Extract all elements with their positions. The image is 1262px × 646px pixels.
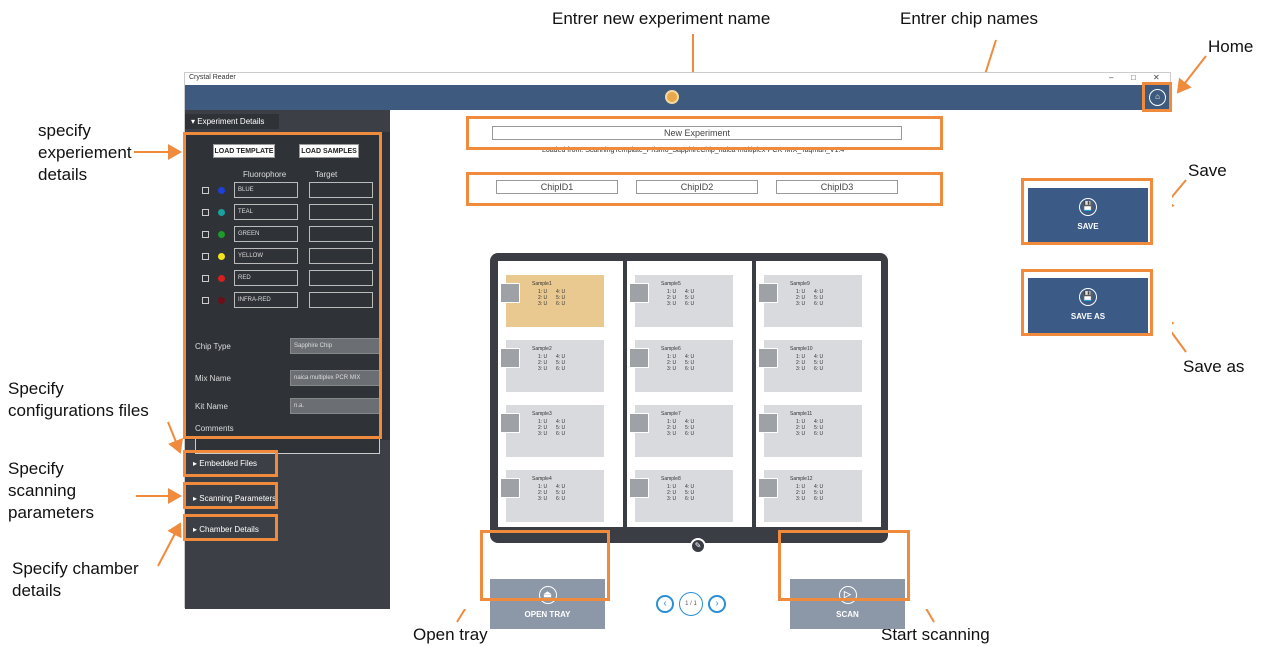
sample-name: Sample12 (790, 476, 813, 482)
sample-well-icon (629, 283, 649, 303)
page-indicator: 1 / 1 (679, 592, 703, 616)
logo-icon (665, 90, 679, 104)
highlight-save (1021, 178, 1153, 245)
sample-name: Sample4 (532, 476, 552, 482)
highlight-experiment-details (183, 132, 382, 439)
highlight-home (1142, 82, 1172, 112)
sample-name: Sample11 (790, 411, 813, 417)
sample-name: Sample2 (532, 346, 552, 352)
title-bar: Crystal Reader – □ ✕ (185, 73, 1170, 85)
prev-page-icon[interactable]: ‹ (656, 595, 674, 613)
sample-well-icon (758, 283, 778, 303)
sample-values-left: 1: U 2: U 3: U (538, 289, 548, 307)
sample-well-icon (629, 348, 649, 368)
sample-card[interactable]: Sample7 1: U 2: U 3: U 4: U 5: U 6: U (629, 405, 733, 457)
sample-card[interactable]: Sample11 1: U 2: U 3: U 4: U 5: U 6: U (758, 405, 862, 457)
sample-name: Sample6 (661, 346, 681, 352)
sample-well-icon (758, 478, 778, 498)
sample-well-icon (758, 348, 778, 368)
sample-values-left: 1: U 2: U 3: U (667, 354, 677, 372)
sample-values-right: 4: U 5: U 6: U (814, 484, 824, 502)
sample-values-left: 1: U 2: U 3: U (667, 289, 677, 307)
sample-well-icon (500, 413, 520, 433)
edit-icon[interactable]: ✎ (690, 538, 706, 554)
sample-values-right: 4: U 5: U 6: U (685, 354, 695, 372)
sample-values-right: 4: U 5: U 6: U (556, 289, 566, 307)
sample-well-icon (629, 413, 649, 433)
sample-name: Sample9 (790, 281, 810, 287)
sample-values-right: 4: U 5: U 6: U (556, 354, 566, 372)
sample-values-right: 4: U 5: U 6: U (814, 289, 824, 307)
sample-values-right: 4: U 5: U 6: U (685, 419, 695, 437)
highlight-experiment-name (466, 116, 943, 150)
sample-card[interactable]: Sample12 1: U 2: U 3: U 4: U 5: U 6: U (758, 470, 862, 522)
highlight-save-as (1021, 269, 1153, 336)
sample-name: Sample7 (661, 411, 681, 417)
sample-values-left: 1: U 2: U 3: U (796, 354, 806, 372)
sample-well-icon (500, 478, 520, 498)
highlight-open-tray (480, 530, 610, 601)
sample-card[interactable]: Sample5 1: U 2: U 3: U 4: U 5: U 6: U (629, 275, 733, 327)
chip-3: Sample9 1: U 2: U 3: U 4: U 5: U 6: U Sampl… (756, 261, 881, 527)
close-icon[interactable]: ✕ (1153, 73, 1160, 82)
sample-name: Sample1 (532, 281, 552, 287)
sample-values-right: 4: U 5: U 6: U (814, 419, 824, 437)
sample-values-right: 4: U 5: U 6: U (556, 419, 566, 437)
sample-values-right: 4: U 5: U 6: U (814, 354, 824, 372)
sample-well-icon (758, 413, 778, 433)
chip-2: Sample5 1: U 2: U 3: U 4: U 5: U 6: U Sampl… (627, 261, 752, 527)
open-tray-label: OPEN TRAY (524, 610, 571, 619)
sample-values-left: 1: U 2: U 3: U (796, 484, 806, 502)
sample-values-left: 1: U 2: U 3: U (538, 484, 548, 502)
sample-well-icon (629, 478, 649, 498)
app-header: ⌂ (185, 85, 1170, 110)
sample-values-right: 4: U 5: U 6: U (685, 484, 695, 502)
maximize-icon[interactable]: □ (1131, 73, 1136, 82)
chip-tray: Sample1 1: U 2: U 3: U 4: U 5: U 6: U Sampl… (490, 253, 888, 543)
sample-card[interactable]: Sample4 1: U 2: U 3: U 4: U 5: U 6: U (500, 470, 604, 522)
sample-card[interactable]: Sample1 1: U 2: U 3: U 4: U 5: U 6: U (500, 275, 604, 327)
sample-values-left: 1: U 2: U 3: U (667, 484, 677, 502)
tab-experiment-details[interactable]: ▾ Experiment Details (185, 114, 279, 129)
sample-card[interactable]: Sample3 1: U 2: U 3: U 4: U 5: U 6: U (500, 405, 604, 457)
highlight-chamber-details (183, 514, 278, 541)
sample-name: Sample10 (790, 346, 813, 352)
sample-card[interactable]: Sample9 1: U 2: U 3: U 4: U 5: U 6: U (758, 275, 862, 327)
highlight-embedded-files (183, 450, 278, 477)
next-page-icon[interactable]: › (708, 595, 726, 613)
sample-values-left: 1: U 2: U 3: U (538, 419, 548, 437)
highlight-chip-names (466, 172, 943, 206)
minimize-icon[interactable]: – (1109, 73, 1113, 82)
sample-values-left: 1: U 2: U 3: U (667, 419, 677, 437)
sample-card[interactable]: Sample10 1: U 2: U 3: U 4: U 5: U 6: U (758, 340, 862, 392)
sample-values-right: 4: U 5: U 6: U (685, 289, 695, 307)
sample-name: Sample8 (661, 476, 681, 482)
sample-values-left: 1: U 2: U 3: U (796, 289, 806, 307)
highlight-scan (778, 530, 910, 601)
sample-card[interactable]: Sample2 1: U 2: U 3: U 4: U 5: U 6: U (500, 340, 604, 392)
sample-values-left: 1: U 2: U 3: U (538, 354, 548, 372)
sample-values-left: 1: U 2: U 3: U (796, 419, 806, 437)
sample-card[interactable]: Sample6 1: U 2: U 3: U 4: U 5: U 6: U (629, 340, 733, 392)
scan-label: SCAN (836, 610, 859, 619)
sample-card[interactable]: Sample8 1: U 2: U 3: U 4: U 5: U 6: U (629, 470, 733, 522)
window-title: Crystal Reader (189, 74, 236, 81)
sample-name: Sample3 (532, 411, 552, 417)
sample-name: Sample5 (661, 281, 681, 287)
sample-well-icon (500, 283, 520, 303)
sample-values-right: 4: U 5: U 6: U (556, 484, 566, 502)
highlight-scanning-parameters (183, 482, 278, 509)
chip-1: Sample1 1: U 2: U 3: U 4: U 5: U 6: U Sampl… (498, 261, 623, 527)
sample-well-icon (500, 348, 520, 368)
